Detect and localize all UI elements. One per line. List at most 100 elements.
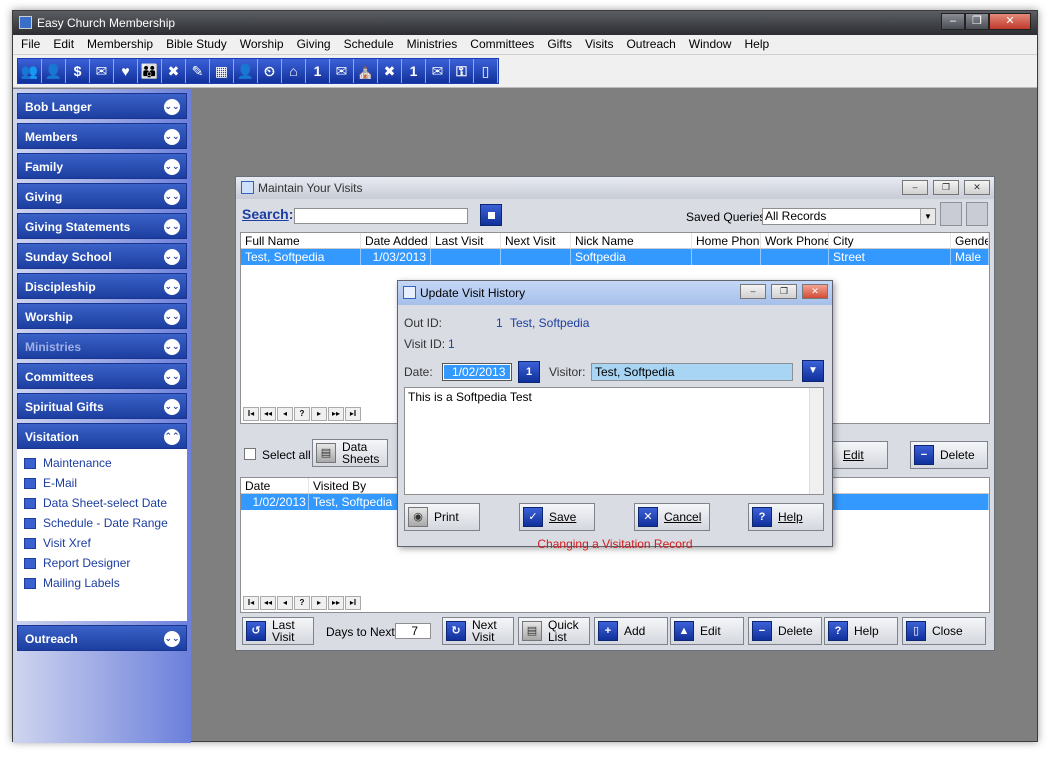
sidebar-item-schedule[interactable]: Schedule - Date Range <box>17 513 187 533</box>
next-visit-button[interactable]: ↻ Next Visit <box>442 617 514 645</box>
tools-icon[interactable]: ✖ <box>162 59 186 83</box>
column-header[interactable]: Home Phone <box>692 233 761 248</box>
menu-visits[interactable]: Visits <box>579 35 620 54</box>
pencil-icon[interactable]: ✎ <box>186 59 210 83</box>
date-field[interactable]: 1/02/2013 <box>442 363 512 381</box>
sidebar-section-sunday-school[interactable]: Sunday School ⌄⌄ <box>17 243 187 269</box>
church-icon[interactable]: ⛪ <box>354 59 378 83</box>
minimize-button[interactable]: ‒ <box>941 13 965 30</box>
delete-button[interactable]: − Delete <box>748 617 822 645</box>
first-record-button[interactable]: I◂ <box>243 596 259 610</box>
prev-page-button[interactable]: ◂◂ <box>260 596 276 610</box>
first-record-button[interactable]: I◂ <box>243 407 259 421</box>
sidebar-section-committees[interactable]: Committees ⌄⌄ <box>17 363 187 389</box>
column-header[interactable]: Date <box>241 478 309 493</box>
sidebar-section-giving-statements[interactable]: Giving Statements ⌄⌄ <box>17 213 187 239</box>
edit-button[interactable]: ▲ Edit <box>670 617 744 645</box>
sidebar-item-visit-xref[interactable]: Visit Xref <box>17 533 187 553</box>
days-to-next-stepper[interactable]: 7 <box>395 623 431 639</box>
menu-bible-study[interactable]: Bible Study <box>160 35 234 54</box>
find-button[interactable]: ? <box>294 407 310 421</box>
cancel-button[interactable]: ✕ Cancel <box>634 503 710 531</box>
sidebar-section-family[interactable]: Family ⌄⌄ <box>17 153 187 179</box>
menu-schedule[interactable]: Schedule <box>338 35 401 54</box>
visitor-dropdown-button[interactable]: ▼ <box>802 360 824 382</box>
menu-window[interactable]: Window <box>683 35 739 54</box>
scrollbar[interactable] <box>809 388 823 494</box>
column-header[interactable]: Gender <box>951 233 989 248</box>
restore-button[interactable]: ❐ <box>965 13 989 30</box>
search-input[interactable] <box>294 208 468 224</box>
menu-committees[interactable]: Committees <box>464 35 541 54</box>
next-record-button[interactable]: ▸ <box>311 407 327 421</box>
help-button[interactable]: ? Help <box>824 617 898 645</box>
next-page-button[interactable]: ▸▸ <box>328 596 344 610</box>
notes-textarea[interactable]: This is a Softpedia Test <box>404 387 824 495</box>
family-icon[interactable]: 👤 <box>42 59 66 83</box>
sidebar-section-spiritual-gifts[interactable]: Spiritual Gifts ⌄⌄ <box>17 393 187 419</box>
menu-gifts[interactable]: Gifts <box>541 35 579 54</box>
home-icon[interactable]: ⌂ <box>282 59 306 83</box>
last-visit-button[interactable]: ↺ Last Visit <box>242 617 314 645</box>
column-header[interactable]: Nick Name <box>571 233 692 248</box>
next-record-button[interactable]: ▸ <box>311 596 327 610</box>
prev-record-button[interactable]: ◂ <box>277 596 293 610</box>
sidebar-section-ministries[interactable]: Ministries ⌄⌄ <box>17 333 187 359</box>
search-button[interactable] <box>480 204 502 226</box>
close-button[interactable]: ✕ <box>989 13 1031 30</box>
sidebar-section-outreach[interactable]: Outreach ⌄⌄ <box>17 625 187 651</box>
data-sheets-button[interactable]: ▤ Data Sheets <box>312 439 388 467</box>
sidebar-section-worship[interactable]: Worship ⌄⌄ <box>17 303 187 329</box>
prev-page-button[interactable]: ◂◂ <box>260 407 276 421</box>
calendar-icon[interactable]: 1 <box>402 59 426 83</box>
email-icon[interactable]: ✉ <box>330 59 354 83</box>
menu-outreach[interactable]: Outreach <box>620 35 682 54</box>
visitor-field[interactable]: Test, Softpedia <box>591 363 793 381</box>
delete-button[interactable]: − Delete <box>910 441 988 469</box>
restore-button[interactable]: ❐ <box>933 180 959 195</box>
menu-membership[interactable]: Membership <box>81 35 160 54</box>
menu-worship[interactable]: Worship <box>234 35 291 54</box>
saved-queries-select[interactable]: All Records ▼ <box>762 208 936 225</box>
menu-file[interactable]: File <box>15 35 47 54</box>
column-header[interactable]: Date Added <box>361 233 431 248</box>
minimize-button[interactable]: ‒ <box>902 180 928 195</box>
next-page-button[interactable]: ▸▸ <box>328 407 344 421</box>
email-icon[interactable]: ✉ <box>426 59 450 83</box>
group-icon[interactable]: 👪 <box>138 59 162 83</box>
sidebar-section-user[interactable]: Bob Langer ⌄⌄ <box>17 93 187 119</box>
key-icon[interactable]: ⚿ <box>450 59 474 83</box>
heart-icon[interactable]: ♥ <box>114 59 138 83</box>
mail-icon[interactable]: ✉ <box>90 59 114 83</box>
column-header[interactable]: Full Name <box>241 233 361 248</box>
column-header[interactable]: Next Visit <box>501 233 571 248</box>
tools-icon[interactable]: ✖ <box>378 59 402 83</box>
column-header[interactable]: Work Phone <box>761 233 829 248</box>
last-record-button[interactable]: ▸I <box>345 407 361 421</box>
menu-help[interactable]: Help <box>738 35 776 54</box>
select-all-checkbox[interactable] <box>244 448 256 460</box>
help-button[interactable]: ? Help <box>748 503 824 531</box>
calendar-grid-icon[interactable]: ▦ <box>210 59 234 83</box>
prev-record-button[interactable]: ◂ <box>277 407 293 421</box>
minimize-button[interactable]: ‒ <box>740 284 766 299</box>
sidebar-section-members[interactable]: Members ⌄⌄ <box>17 123 187 149</box>
sidebar-item-maintenance[interactable]: Maintenance <box>17 453 187 473</box>
close-button[interactable]: ✕ <box>964 180 990 195</box>
column-header[interactable]: Last Visit <box>431 233 501 248</box>
restore-button[interactable]: ❐ <box>771 284 797 299</box>
find-button[interactable]: ? <box>294 596 310 610</box>
person-icon[interactable]: 👤 <box>234 59 258 83</box>
close-window-button[interactable]: ▯ Close <box>902 617 986 645</box>
last-record-button[interactable]: ▸I <box>345 596 361 610</box>
add-button[interactable]: + Add <box>594 617 668 645</box>
exit-icon[interactable]: ▯ <box>474 59 498 83</box>
menu-edit[interactable]: Edit <box>47 35 81 54</box>
sidebar-section-discipleship[interactable]: Discipleship ⌄⌄ <box>17 273 187 299</box>
sidebar-section-giving[interactable]: Giving ⌄⌄ <box>17 183 187 209</box>
table-row[interactable]: Test, Softpedia 1/03/2013 Softpedia Stre… <box>241 249 989 265</box>
close-button[interactable]: ✕ <box>802 284 828 299</box>
print-button[interactable]: ◉ Print <box>404 503 480 531</box>
calendar-button[interactable]: 1 <box>518 361 540 383</box>
sidebar-item-email[interactable]: E-Mail <box>17 473 187 493</box>
